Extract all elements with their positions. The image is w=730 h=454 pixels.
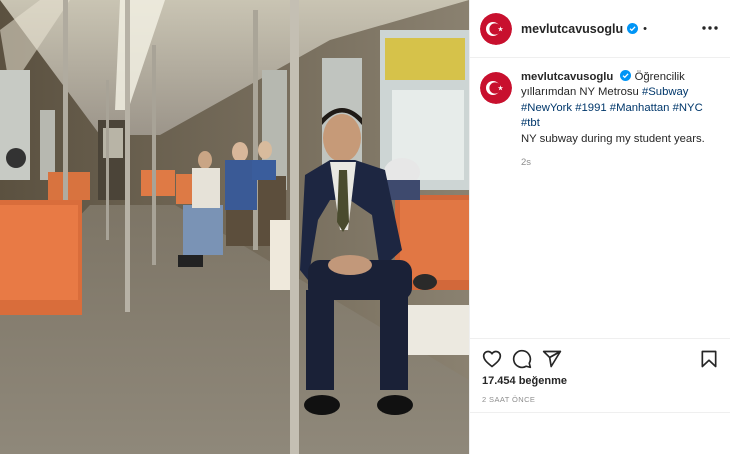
turkish-flag-icon bbox=[480, 12, 512, 45]
bookmark-icon[interactable] bbox=[699, 349, 719, 369]
hashtag-1991[interactable]: #1991 bbox=[575, 102, 606, 114]
caption-avatar[interactable] bbox=[480, 72, 512, 104]
hashtag-tbt[interactable]: #tbt bbox=[521, 117, 540, 129]
subway-photo bbox=[0, 0, 469, 454]
hashtag-subway[interactable]: #Subway bbox=[642, 86, 688, 98]
caption-username[interactable]: mevlutcavusoglu bbox=[521, 71, 613, 83]
hashtag-manhattan[interactable]: #Manhattan bbox=[610, 102, 670, 114]
comment-icon[interactable] bbox=[512, 349, 532, 369]
action-icons bbox=[482, 349, 562, 369]
more-options-icon[interactable] bbox=[701, 19, 719, 37]
actions-bar: 17.454 beğenme 2 SAAT ÖNCE bbox=[470, 338, 730, 454]
verified-badge-icon bbox=[627, 23, 639, 34]
post-timestamp[interactable]: 2 SAAT ÖNCE bbox=[482, 395, 535, 404]
header-username[interactable]: mevlutcavusoglu bbox=[521, 22, 623, 36]
share-icon[interactable] bbox=[542, 349, 562, 369]
caption: mevlutcavusoglu Öğrencilik yıllarımdan N… bbox=[480, 70, 720, 170]
hashtag-newyork[interactable]: #NewYork bbox=[521, 102, 572, 114]
avatar[interactable] bbox=[480, 12, 512, 45]
turkish-flag-icon bbox=[480, 72, 512, 104]
hashtag-nyc[interactable]: #NYC bbox=[673, 102, 703, 114]
post-sidebar: mevlutcavusoglu • mevlutcavusoglu Öğrenc… bbox=[469, 0, 730, 454]
comment-divider bbox=[470, 412, 730, 413]
caption-translation: NY subway during my student years. bbox=[521, 132, 705, 145]
post-header: mevlutcavusoglu • bbox=[470, 0, 730, 58]
likes-count[interactable]: 17.454 beğenme bbox=[482, 375, 567, 387]
post-photo[interactable] bbox=[0, 0, 469, 454]
caption-age: 2s bbox=[521, 157, 532, 169]
header-dot-separator: • bbox=[643, 22, 647, 35]
verified-badge-icon bbox=[620, 70, 632, 81]
heart-icon[interactable] bbox=[482, 349, 502, 369]
caption-body: mevlutcavusoglu Öğrencilik yıllarımdan N… bbox=[521, 70, 720, 170]
